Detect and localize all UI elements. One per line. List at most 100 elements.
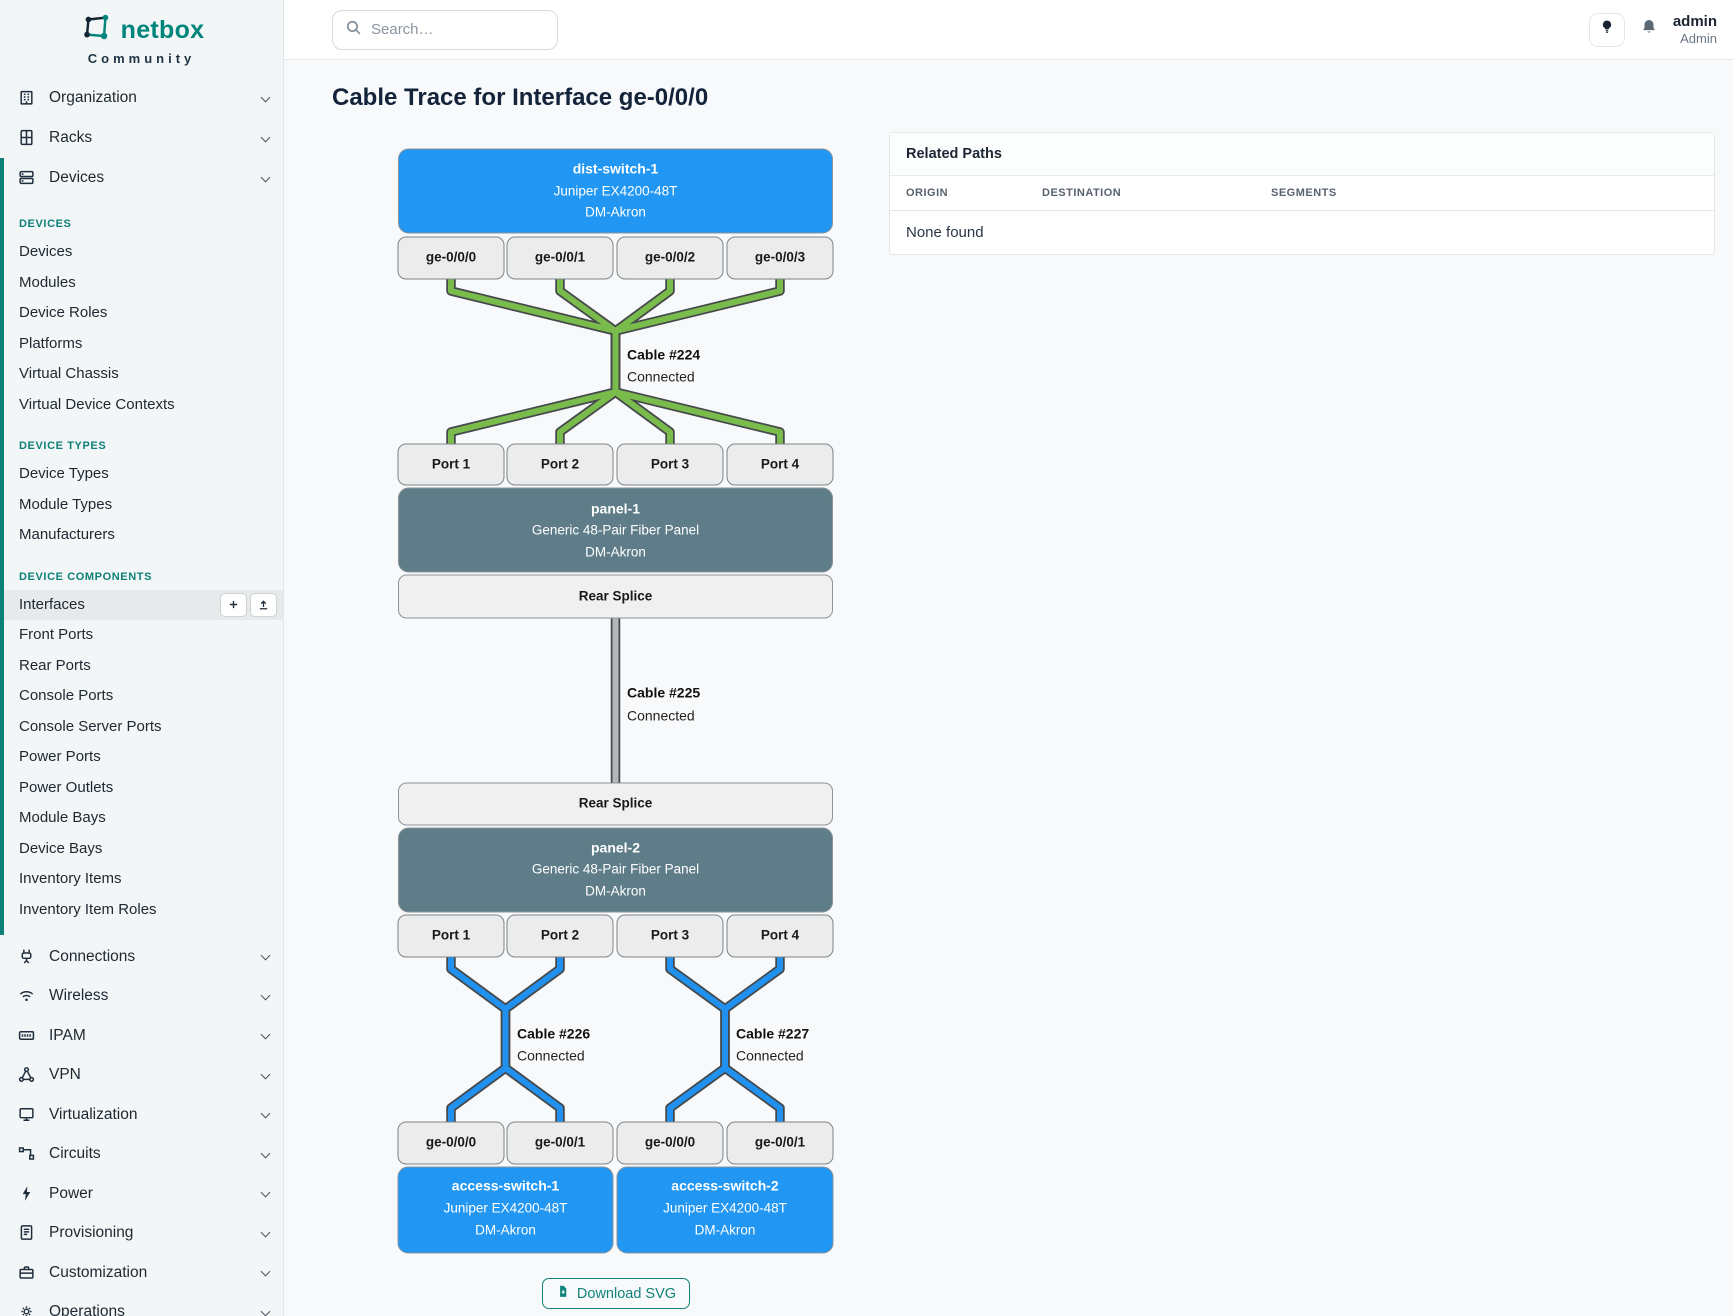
sidebar-item-console-server-ports[interactable]: Console Server Ports [4,712,283,743]
virtualization-icon [18,1106,36,1124]
svg-text:panel-1: panel-1 [591,501,640,517]
svg-text:Cable #224: Cable #224 [627,347,700,363]
trace-port-ge-0-0-3[interactable]: ge-0/0/3 [727,237,833,279]
svg-text:DM-Akron: DM-Akron [695,1223,756,1238]
trace-port-ge-0-0-0[interactable]: ge-0/0/0 [398,237,504,279]
chevron-down-icon [261,1069,271,1079]
svg-text:Generic 48-Pair Fiber Panel: Generic 48-Pair Fiber Panel [532,523,699,538]
sidebar-group-vpn[interactable]: VPN [0,1056,283,1096]
sidebar-group-operations[interactable]: Operations [0,1293,283,1316]
sidebar-item-device-roles[interactable]: Device Roles [4,298,283,329]
add-interface-button[interactable] [220,593,247,617]
trace-access1-port-ge-0-0-1[interactable]: ge-0/0/1 [507,1122,613,1164]
sidebar-group-racks[interactable]: Racks [0,118,283,158]
sidebar-item-device-types[interactable]: Device Types [4,459,283,490]
download-svg-button[interactable]: Download SVG [542,1278,690,1309]
sidebar-group-connections[interactable]: Connections [0,937,283,977]
sidebar-item-platforms[interactable]: Platforms [4,329,283,360]
related-paths-card: Related Paths ORIGIN DESTINATION SEGMENT… [889,132,1715,255]
sidebar-group-virtualization[interactable]: Virtualization [0,1095,283,1135]
sidebar-item-manufacturers[interactable]: Manufacturers [4,520,283,551]
svg-text:Cable #226: Cable #226 [517,1026,590,1042]
trace-access1-port-ge-0-0-0[interactable]: ge-0/0/0 [398,1122,504,1164]
brand[interactable]: netbox Community [0,0,283,78]
sidebar-item-rear-ports[interactable]: Rear Ports [4,651,283,682]
sidebar-item-front-ports[interactable]: Front Ports [4,620,283,651]
search-box[interactable] [332,10,558,50]
trace-port-ge-0-0-1[interactable]: ge-0/0/1 [507,237,613,279]
chevron-down-icon [261,1188,271,1198]
power-icon [18,1185,36,1203]
sidebar-group-power[interactable]: Power [0,1174,283,1214]
sidebar-group-wireless[interactable]: Wireless [0,977,283,1017]
import-interfaces-button[interactable] [250,593,277,617]
cable-225-label[interactable]: Cable #225 Connected [627,685,700,724]
svg-text:Port 2: Port 2 [541,928,579,943]
trace-panel2-port-1[interactable]: Port 1 [398,915,504,957]
trace-panel1-port-3[interactable]: Port 3 [617,444,723,485]
sidebar-group-label: Organization [49,89,262,107]
cable-224-label[interactable]: Cable #224 Connected [627,347,700,385]
sidebar-group-organization[interactable]: Organization [0,78,283,118]
sidebar-item-console-ports[interactable]: Console Ports [4,681,283,712]
sidebar-group-customization[interactable]: Customization [0,1253,283,1293]
sidebar-group-ipam[interactable]: IPAM [0,1016,283,1056]
sidebar-item-module-bays[interactable]: Module Bays [4,803,283,834]
devices-icon [18,169,36,187]
user-menu[interactable]: admin Admin [1673,13,1717,46]
chevron-down-icon [261,1148,271,1158]
sidebar-item-modules[interactable]: Modules [4,268,283,299]
cable-227-label[interactable]: Cable #227 Connected [736,1026,809,1064]
sidebar-item-inventory-item-roles[interactable]: Inventory Item Roles [4,895,283,926]
download-svg-label: Download SVG [577,1286,676,1302]
trace-node-access-switch-1[interactable]: access-switch-1 Juniper EX4200-48T DM-Ak… [398,1167,613,1253]
sidebar-group-provisioning[interactable]: Provisioning [0,1214,283,1254]
trace-node-panel-1[interactable]: panel-1 Generic 48-Pair Fiber Panel DM-A… [399,488,833,572]
svg-text:Port 4: Port 4 [761,928,800,943]
notifications-bell-icon[interactable] [1640,18,1658,41]
page-title: Cable Trace for Interface ge-0/0/0 [332,84,1733,112]
sidebar-item-virtual-device-contexts[interactable]: Virtual Device Contexts [4,390,283,421]
trace-panel2-port-4[interactable]: Port 4 [727,915,833,957]
topbar: admin Admin [284,0,1733,60]
sidebar-group-label: Power [49,1185,262,1203]
trace-panel2-rear-splice[interactable]: Rear Splice [399,783,833,825]
svg-text:Rear Splice: Rear Splice [579,796,653,811]
trace-node-dist-switch-1[interactable]: dist-switch-1 Juniper EX4200-48T DM-Akro… [399,149,833,233]
chevron-down-icon [261,1267,271,1277]
trace-panel1-rear-splice[interactable]: Rear Splice [399,575,833,618]
sidebar-item-module-types[interactable]: Module Types [4,490,283,521]
sidebar-item-devices[interactable]: Devices [4,237,283,268]
chevron-down-icon [261,1306,271,1316]
trace-panel2-port-2[interactable]: Port 2 [507,915,613,957]
trace-panel1-port-1[interactable]: Port 1 [398,444,504,485]
chevron-down-icon [261,1030,271,1040]
trace-access2-port-ge-0-0-1[interactable]: ge-0/0/1 [727,1122,833,1164]
svg-text:ge-0/0/1: ge-0/0/1 [535,250,586,265]
trace-node-panel-2[interactable]: panel-2 Generic 48-Pair Fiber Panel DM-A… [399,828,833,912]
sidebar-item-virtual-chassis[interactable]: Virtual Chassis [4,359,283,390]
trace-port-ge-0-0-2[interactable]: ge-0/0/2 [617,237,723,279]
sidebar-group-label: Customization [49,1264,262,1282]
theme-toggle-button[interactable] [1589,13,1625,47]
svg-text:Juniper EX4200-48T: Juniper EX4200-48T [554,184,678,199]
cable-226-label[interactable]: Cable #226 Connected [517,1026,590,1064]
sidebar-item-power-outlets[interactable]: Power Outlets [4,773,283,804]
search-input[interactable] [371,21,545,38]
trace-panel1-port-4[interactable]: Port 4 [727,444,833,485]
sidebar-item-power-ports[interactable]: Power Ports [4,742,283,773]
circuits-icon [18,1145,36,1163]
trace-access2-port-ge-0-0-0[interactable]: ge-0/0/0 [617,1122,723,1164]
trace-panel1-port-2[interactable]: Port 2 [507,444,613,485]
sidebar-group-devices[interactable]: Devices [4,158,283,198]
sidebar-item-device-bays[interactable]: Device Bays [4,834,283,865]
racks-icon [18,129,36,147]
trace-panel2-port-3[interactable]: Port 3 [617,915,723,957]
sidebar-item-inventory-items[interactable]: Inventory Items [4,864,283,895]
sidebar-item-interfaces[interactable]: Interfaces [4,590,283,621]
svg-text:Port 3: Port 3 [651,457,690,472]
trace-node-access-switch-2[interactable]: access-switch-2 Juniper EX4200-48T DM-Ak… [617,1167,833,1253]
sidebar-group-circuits[interactable]: Circuits [0,1135,283,1175]
svg-text:ge-0/0/0: ge-0/0/0 [426,250,476,265]
svg-text:Port 3: Port 3 [651,928,690,943]
